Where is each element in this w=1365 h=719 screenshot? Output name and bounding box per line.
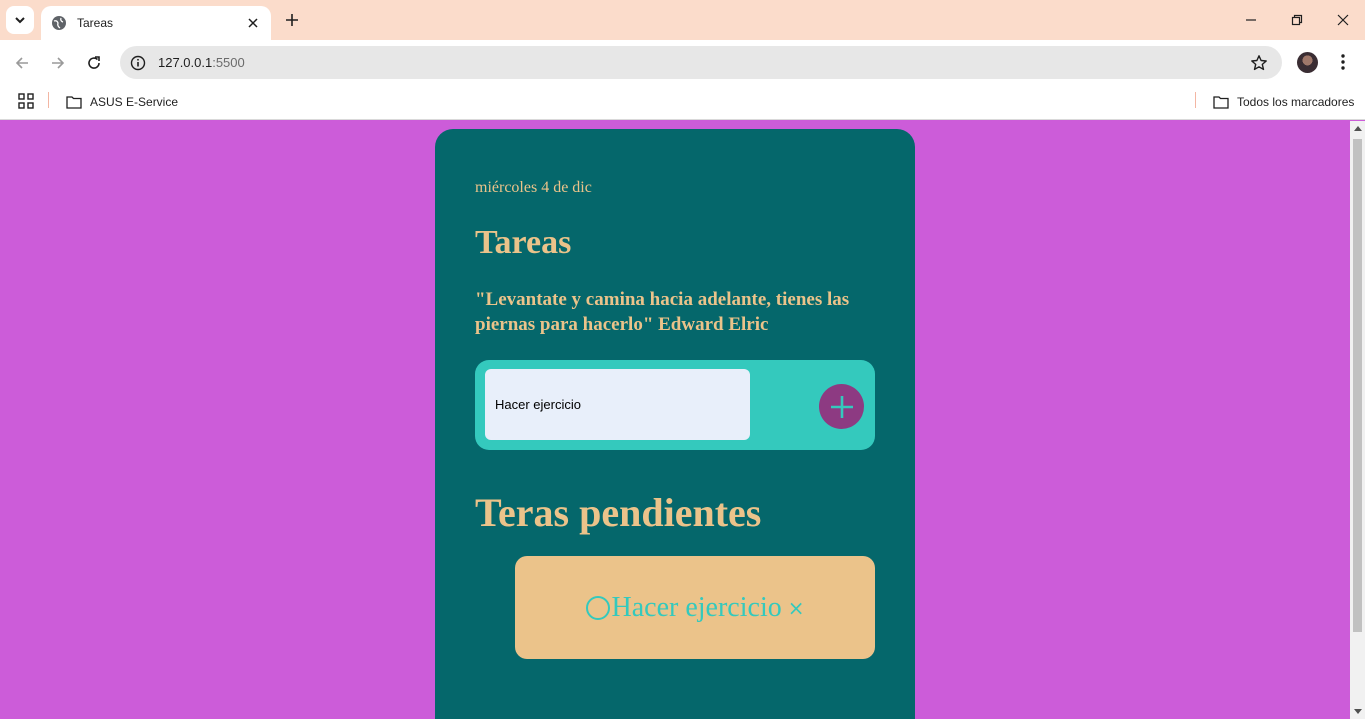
close-tab-button[interactable] — [245, 15, 261, 31]
browser-menu-button[interactable] — [1333, 52, 1353, 72]
restore-button[interactable] — [1274, 0, 1320, 40]
new-tab-button[interactable] — [280, 8, 304, 32]
globe-icon — [52, 16, 66, 30]
close-window-button[interactable] — [1320, 0, 1365, 40]
folder-icon — [66, 96, 82, 109]
page-scrollbar[interactable] — [1350, 121, 1365, 719]
tab-search-button[interactable] — [6, 6, 34, 34]
todo-card: miércoles 4 de dic Tareas "Levantate y c… — [435, 129, 915, 719]
tab-title: Tareas — [77, 16, 114, 30]
url-host: 127.0.0.1 — [158, 55, 213, 70]
site-info-button[interactable] — [130, 55, 146, 71]
close-icon — [248, 18, 258, 28]
back-button[interactable] — [9, 50, 35, 76]
plus-icon — [286, 14, 298, 26]
active-tab[interactable]: Tareas — [41, 6, 271, 40]
task-checkbox[interactable] — [585, 595, 610, 620]
arrow-left-icon — [15, 57, 28, 69]
reload-button[interactable] — [81, 50, 107, 76]
close-icon — [1337, 14, 1349, 26]
arrow-right-icon — [52, 57, 65, 69]
info-icon — [130, 55, 146, 70]
bookmark-star-icon[interactable] — [1250, 54, 1268, 72]
scroll-thumb[interactable] — [1353, 139, 1362, 632]
restore-icon — [1291, 14, 1303, 26]
new-task-panel — [475, 360, 875, 450]
all-bookmarks-button[interactable]: Todos los marcadores — [1213, 91, 1354, 113]
scroll-up-arrow-icon[interactable] — [1354, 126, 1362, 131]
task-list-item: Hacer ejercicio × — [515, 556, 875, 659]
minimize-icon — [1246, 19, 1256, 21]
motivational-quote: "Levantate y camina hacia adelante, tien… — [475, 289, 850, 335]
forward-button[interactable] — [45, 50, 71, 76]
reload-icon — [88, 56, 100, 69]
minimize-button[interactable] — [1228, 0, 1274, 40]
page-viewport: miércoles 4 de dic Tareas "Levantate y c… — [0, 121, 1350, 719]
bookmark-separator — [1195, 92, 1196, 108]
delete-task-button[interactable]: × — [788, 596, 805, 620]
bookmark-asus-eservice[interactable]: ASUS E-Service — [66, 91, 178, 113]
apps-grid-icon[interactable] — [18, 93, 34, 109]
bookmarks-bar: ASUS E-Service Todos los marcadores — [0, 85, 1365, 120]
chevron-down-icon — [15, 17, 25, 24]
folder-icon — [1213, 96, 1229, 109]
profile-avatar[interactable] — [1297, 52, 1318, 73]
plus-icon — [830, 395, 853, 418]
pending-tasks-title: Teras pendientes — [475, 490, 762, 535]
more-vert-icon — [1341, 54, 1345, 70]
page-title: Tareas — [475, 224, 572, 261]
bookmark-label: ASUS E-Service — [90, 95, 179, 109]
url-port: :5500 — [212, 55, 245, 70]
tab-strip: Tareas — [0, 0, 1365, 40]
task-text: Hacer ejercicio — [611, 591, 782, 623]
add-task-button[interactable] — [819, 384, 864, 429]
browser-toolbar: 127.0.0.1:5500 — [0, 40, 1365, 85]
address-bar[interactable]: 127.0.0.1:5500 — [120, 46, 1282, 79]
task-input[interactable] — [485, 369, 750, 440]
current-date: miércoles 4 de dic — [475, 179, 592, 196]
all-bookmarks-label: Todos los marcadores — [1237, 95, 1355, 109]
bookmark-separator — [48, 92, 49, 108]
scroll-down-arrow-icon[interactable] — [1354, 709, 1362, 714]
